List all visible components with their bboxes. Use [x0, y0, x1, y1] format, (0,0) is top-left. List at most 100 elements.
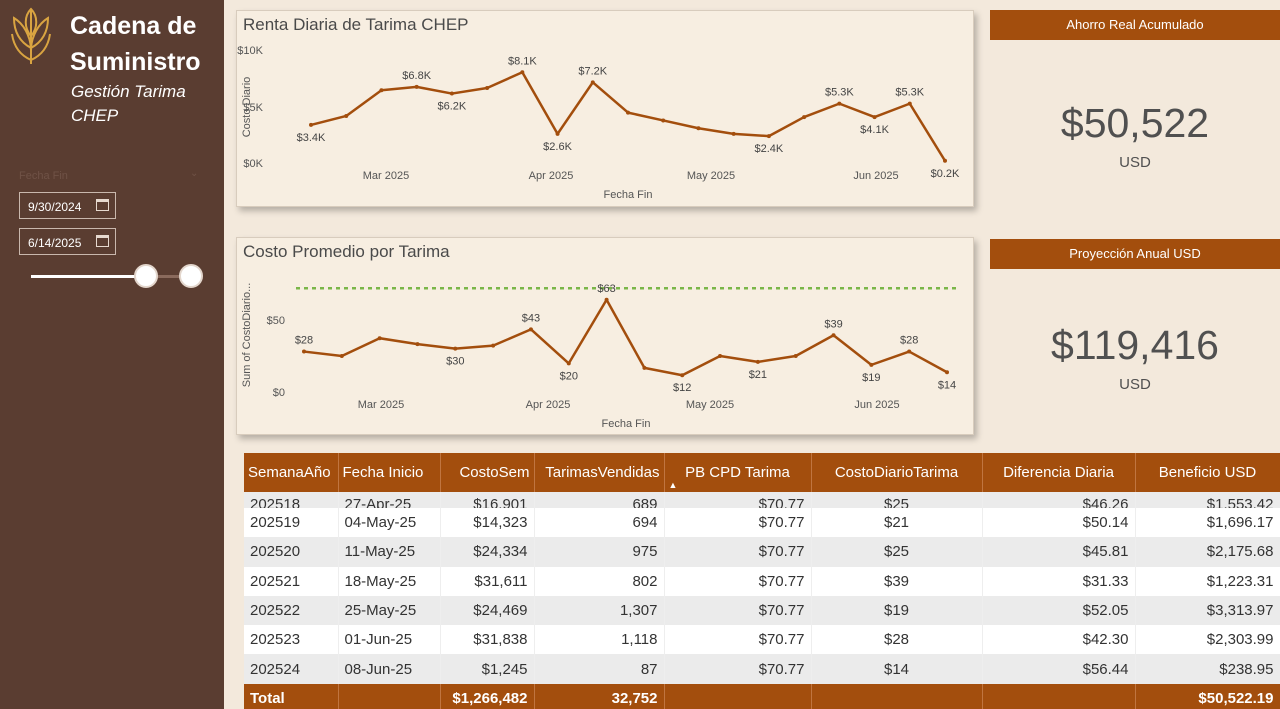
start-date-input[interactable]: 9/30/2024 [19, 192, 116, 219]
total-cell: $1,266,482 [440, 683, 535, 709]
column-header[interactable]: Beneficio USD [1135, 453, 1280, 492]
table-cell: 11-May-25 [338, 537, 441, 567]
data-point[interactable] [661, 118, 666, 123]
table-cell: $16,901 [440, 492, 535, 508]
column-header[interactable]: CostoDiarioTarima [811, 453, 983, 492]
data-point[interactable] [731, 131, 736, 136]
table-row[interactable]: 202520 11-May-25 $24,334 975 $70.77 $25 $45.81… [244, 537, 1280, 567]
data-point[interactable] [377, 336, 382, 341]
avg-cost-plot: $0 $50 Mar 2025 Apr 2025 May 2025 Jun 2025 Fec… [241, 283, 959, 430]
data-point[interactable] [414, 84, 419, 89]
table-cell: $70.77 [664, 625, 812, 655]
avg-cost-chart[interactable]: Costo Promedio por Tarima $0 $50 Mar 2025 A… [236, 237, 974, 435]
column-header[interactable]: CostoSem [440, 453, 535, 492]
data-point[interactable] [309, 122, 313, 127]
data-point[interactable] [680, 373, 685, 378]
data-point[interactable] [453, 346, 458, 351]
date-slider-track[interactable] [31, 275, 135, 278]
series-line[interactable] [310, 71, 947, 162]
data-label: $19 [862, 372, 880, 384]
data-point[interactable] [943, 158, 947, 163]
data-point[interactable] [415, 342, 420, 347]
data-point[interactable] [793, 354, 798, 358]
data-point[interactable] [802, 115, 807, 120]
table-cell: $21 [811, 508, 983, 538]
data-point[interactable] [945, 370, 949, 375]
data-point[interactable] [604, 297, 609, 302]
data-point[interactable] [566, 361, 571, 366]
date-slider-end-handle[interactable] [179, 264, 203, 288]
table-row[interactable]: 202521 18-May-25 $31,611 802 $70.77 $39 $31.33… [244, 566, 1280, 596]
data-point[interactable] [379, 88, 384, 93]
data-point[interactable] [642, 365, 647, 370]
data-point[interactable] [339, 354, 344, 358]
data-point[interactable] [302, 349, 306, 354]
weekly-benefit-table[interactable]: SemanaAño Fecha Inicio CostoSem TarimasV… [244, 453, 1280, 709]
table-cell: $28 [811, 625, 983, 655]
table-cell: 202519 [244, 508, 339, 538]
column-header-label: PB CPD Tarima [685, 464, 790, 481]
table-cell: 18-May-25 [338, 566, 441, 596]
calendar-icon[interactable] [96, 235, 109, 247]
table-row[interactable]: 202524 08-Jun-25 $1,245 87 $70.77 $14 $56.44 $2… [244, 654, 1280, 684]
data-point[interactable] [626, 110, 630, 115]
table-cell: $1,553.42 [1135, 492, 1280, 508]
table-cell: $70.77 [664, 595, 812, 626]
kpi-header-savings: Ahorro Real Acumulado [990, 10, 1280, 40]
data-point[interactable] [491, 343, 496, 348]
data-label: $43 [522, 312, 540, 324]
column-header[interactable]: SemanaAño [244, 453, 339, 492]
chevron-down-icon[interactable]: ⌄ [190, 168, 198, 179]
data-point[interactable] [837, 101, 842, 106]
end-date-input[interactable]: 6/14/2025 [19, 228, 116, 255]
data-point[interactable] [872, 115, 877, 120]
table-row[interactable]: 202519 04-May-25 $14,323 694 $70.77 $21 $50.14… [244, 508, 1280, 538]
column-header[interactable]: Diferencia Diaria [982, 453, 1136, 492]
data-label: $5.3K [895, 87, 924, 99]
kpi-value-savings: $50,522 [1060, 100, 1210, 146]
table-cell: 1,307 [534, 595, 665, 626]
data-point[interactable] [555, 131, 560, 136]
total-cell: 32,752 [534, 683, 665, 709]
column-header-sorted[interactable]: PB CPD Tarima ▲ [664, 453, 812, 492]
data-point[interactable] [449, 91, 454, 96]
x-tick-label: Mar 2025 [363, 170, 409, 182]
table-cell: $24,469 [440, 595, 535, 626]
x-axis-title: Fecha Fin [604, 189, 653, 201]
data-point[interactable] [590, 80, 595, 85]
table-row[interactable]: 202518 27-Apr-25 $16,901 689 $70.77 $25 $46.26… [244, 492, 1280, 508]
calendar-icon[interactable] [96, 199, 109, 211]
data-point[interactable] [766, 134, 771, 139]
table-row[interactable]: 202522 25-May-25 $24,469 1,307 $70.77 $19 $52.… [244, 595, 1280, 626]
data-point[interactable] [485, 85, 490, 90]
data-point[interactable] [696, 126, 701, 131]
total-cell [338, 683, 441, 709]
data-point[interactable] [528, 327, 533, 332]
table-row[interactable]: 202523 01-Jun-25 $31,838 1,118 $70.77 $28 $42.… [244, 625, 1280, 655]
total-cell: Total [244, 683, 339, 709]
x-tick-label: Apr 2025 [529, 170, 574, 182]
y-tick-label: $0K [243, 158, 263, 170]
daily-rent-chart[interactable]: Renta Diaria de Tarima CHEP $0K $5K $10K Ma… [236, 10, 974, 207]
data-label: $20 [560, 370, 578, 382]
data-label: $3.4K [297, 132, 326, 144]
series-line[interactable] [303, 298, 948, 377]
table-cell: 802 [534, 566, 665, 596]
data-point[interactable] [869, 362, 874, 367]
data-point[interactable] [831, 333, 836, 338]
data-point[interactable] [344, 113, 349, 118]
data-label: $5.3K [825, 87, 854, 99]
data-point[interactable] [907, 349, 912, 354]
date-slider-start-handle[interactable] [134, 264, 158, 288]
x-tick-label: Apr 2025 [526, 399, 571, 411]
data-point[interactable] [520, 70, 525, 75]
y-axis-title: Sum of CostoDiario... [241, 283, 253, 388]
data-point[interactable] [718, 354, 723, 358]
table-cell: 202521 [244, 566, 339, 596]
data-point[interactable] [907, 101, 912, 106]
column-header[interactable]: TarimasVendidas [534, 453, 665, 492]
column-header[interactable]: Fecha Inicio [338, 453, 441, 492]
data-point[interactable] [755, 359, 760, 364]
table-cell: 08-Jun-25 [338, 654, 441, 684]
table-cell: $238.95 [1135, 654, 1280, 684]
